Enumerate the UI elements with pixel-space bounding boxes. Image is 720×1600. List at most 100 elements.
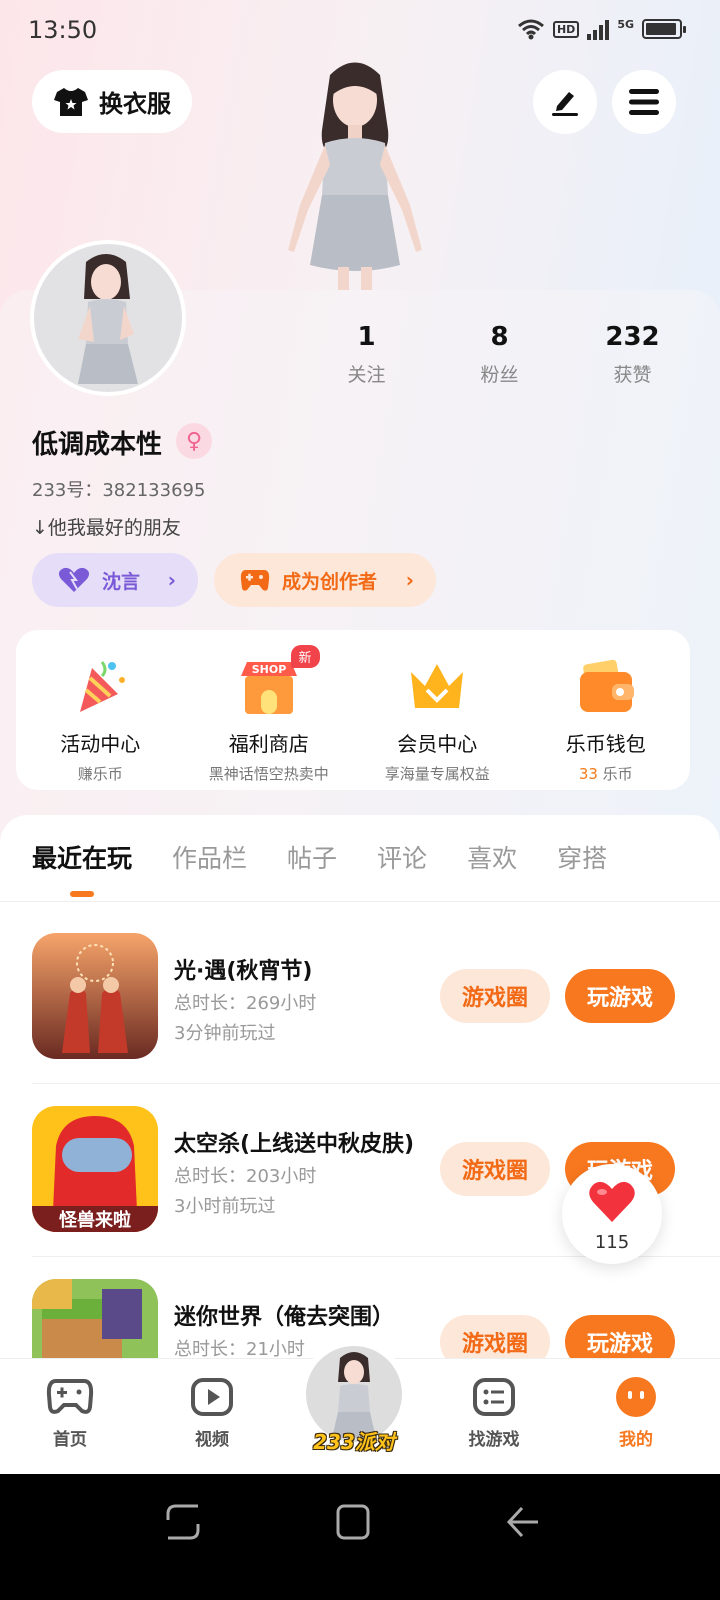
female-icon: ♀ <box>176 423 212 459</box>
crown-icon <box>411 664 464 708</box>
services-panel: 活动中心 赚乐币 SHOP 新 福利商店 黑神话悟空热卖中 会员中心 享海量专属… <box>16 630 690 790</box>
stat-fans-label: 粉丝 <box>480 364 519 386</box>
nav-find-games[interactable]: 找游戏 <box>444 1377 544 1450</box>
tab-recent-played[interactable]: 最近在玩 <box>32 839 132 897</box>
shop-sign: SHOP <box>251 663 286 676</box>
service-welfare-shop[interactable]: SHOP 新 福利商店 黑神话悟空热卖中 <box>185 630 354 790</box>
heart-icon <box>58 567 90 592</box>
avatar-3d-figure[interactable] <box>270 55 440 295</box>
game-icon: 怪兽来啦 <box>32 1106 158 1232</box>
pen-icon <box>552 92 578 116</box>
network-type: 5G <box>617 17 634 31</box>
service-title: 福利商店 <box>228 732 309 756</box>
game-duration: 总时长：203小时 <box>174 1166 317 1187</box>
divider <box>0 901 720 902</box>
home-icon[interactable] <box>336 1504 370 1540</box>
wifi-icon <box>518 19 544 40</box>
play-game-button[interactable]: 玩游戏 <box>565 969 675 1023</box>
status-time: 13:50 <box>28 16 98 44</box>
profile-avatar[interactable] <box>30 240 186 396</box>
wallet-icon <box>579 659 634 712</box>
profile-tabs: 最近在玩 作品栏 帖子 评论 喜欢 穿搭 <box>32 839 647 897</box>
game-duration: 总时长：269小时 <box>174 993 317 1014</box>
user-id[interactable]: 233号：382133695 <box>32 476 205 502</box>
game-circle-button[interactable]: 游戏圈 <box>440 969 550 1023</box>
game-row[interactable]: 光·遇(秋宵节) 总时长：269小时 3分钟前玩过 游戏圈 玩游戏 <box>0 933 720 1107</box>
stat-following[interactable]: 1 关注 <box>300 322 433 387</box>
service-subtitle: 33 乐币 <box>522 763 691 784</box>
change-clothes-button[interactable]: 换衣服 <box>32 70 192 133</box>
stat-following-label: 关注 <box>347 364 386 386</box>
video-icon <box>191 1378 233 1416</box>
game-circle-button[interactable]: 游戏圈 <box>440 1142 550 1196</box>
tab-comments[interactable]: 评论 <box>377 839 427 875</box>
gamepad-icon <box>240 570 270 591</box>
stat-following-value: 1 <box>357 322 376 352</box>
floating-like-button[interactable]: 115 <box>562 1164 662 1264</box>
chevron-right-icon: › <box>405 568 414 592</box>
status-bar: 13:50 HD 5G <box>0 0 720 60</box>
back-icon[interactable] <box>506 1506 540 1538</box>
service-title: 乐币钱包 <box>565 732 646 756</box>
change-clothes-label: 换衣服 <box>99 90 171 118</box>
coin-balance: 33 <box>578 765 598 783</box>
best-friend-chip[interactable]: 沈言 › <box>32 553 198 607</box>
like-count: 115 <box>594 1232 630 1253</box>
gamepad-icon <box>46 1379 94 1414</box>
become-creator-label: 成为创作者 <box>282 570 378 593</box>
battery-icon <box>642 19 686 39</box>
nav-label: 找游戏 <box>468 1430 520 1450</box>
become-creator-chip[interactable]: 成为创作者 › <box>214 553 436 607</box>
nav-mine[interactable]: 我的 <box>586 1377 686 1450</box>
edit-button[interactable] <box>533 70 597 134</box>
service-activity-center[interactable]: 活动中心 赚乐币 <box>16 630 185 790</box>
menu-icon <box>629 89 659 115</box>
tab-outfits[interactable]: 穿搭 <box>557 839 607 875</box>
hd-icon: HD <box>552 20 580 38</box>
menu-button[interactable] <box>612 70 676 134</box>
content-panel: 最近在玩 作品栏 帖子 评论 喜欢 穿搭 光·遇(秋宵节) 总时长：269小时 … <box>0 815 720 1415</box>
nav-label: 我的 <box>619 1430 653 1450</box>
profile-stats: 1 关注 8 粉丝 232 获赞 <box>300 322 700 387</box>
new-badge: 新 <box>290 645 320 668</box>
divider <box>32 1083 720 1084</box>
signal-icon <box>587 18 610 40</box>
game-last-played: 3小时前玩过 <box>174 1196 276 1217</box>
recent-apps-icon[interactable] <box>166 1504 200 1540</box>
nav-label: 视频 <box>195 1430 229 1450</box>
tab-posts[interactable]: 帖子 <box>287 839 337 875</box>
game-name: 迷你世界（俺去突围） <box>174 1305 395 1330</box>
bio: ↓他我最好的朋友 <box>32 517 181 539</box>
nav-home[interactable]: 首页 <box>20 1377 120 1450</box>
stat-likes[interactable]: 232 获赞 <box>566 322 699 387</box>
nav-video[interactable]: 视频 <box>162 1377 262 1450</box>
stat-fans[interactable]: 8 粉丝 <box>433 322 566 387</box>
coin-unit: 乐币 <box>597 765 633 783</box>
game-name: 光·遇(秋宵节) <box>174 959 313 984</box>
party-brand-label[interactable]: 233派对 <box>304 1426 404 1455</box>
status-icons: HD 5G <box>517 17 686 40</box>
service-subtitle: 黑神话悟空热卖中 <box>208 765 329 783</box>
game-icon <box>32 933 158 1059</box>
list-icon <box>473 1378 515 1416</box>
service-title: 活动中心 <box>60 732 141 756</box>
game-name: 太空杀(上线送中秋皮肤) <box>174 1132 415 1157</box>
service-subtitle: 享海量专属权益 <box>384 765 490 783</box>
game-last-played: 3分钟前玩过 <box>174 1023 276 1044</box>
service-member-center[interactable]: 会员中心 享海量专属权益 <box>353 630 522 790</box>
game-icon-caption: 怪兽来啦 <box>59 1209 131 1231</box>
heart-icon <box>589 1181 635 1222</box>
stat-likes-label: 获赞 <box>613 364 652 386</box>
tab-likes[interactable]: 喜欢 <box>467 839 517 875</box>
tab-works[interactable]: 作品栏 <box>172 839 247 875</box>
party-popper-icon <box>80 661 126 712</box>
nav-label: 首页 <box>53 1430 87 1450</box>
service-subtitle: 赚乐币 <box>77 765 123 783</box>
chevron-right-icon: › <box>167 568 176 592</box>
service-coin-wallet[interactable]: 乐币钱包 33 乐币 <box>522 630 691 790</box>
avatar-figure <box>78 254 138 384</box>
system-nav-bar <box>0 1474 720 1600</box>
best-friend-label: 沈言 <box>102 570 141 593</box>
profile-face-icon <box>616 1377 656 1417</box>
shirt-icon <box>54 87 88 116</box>
